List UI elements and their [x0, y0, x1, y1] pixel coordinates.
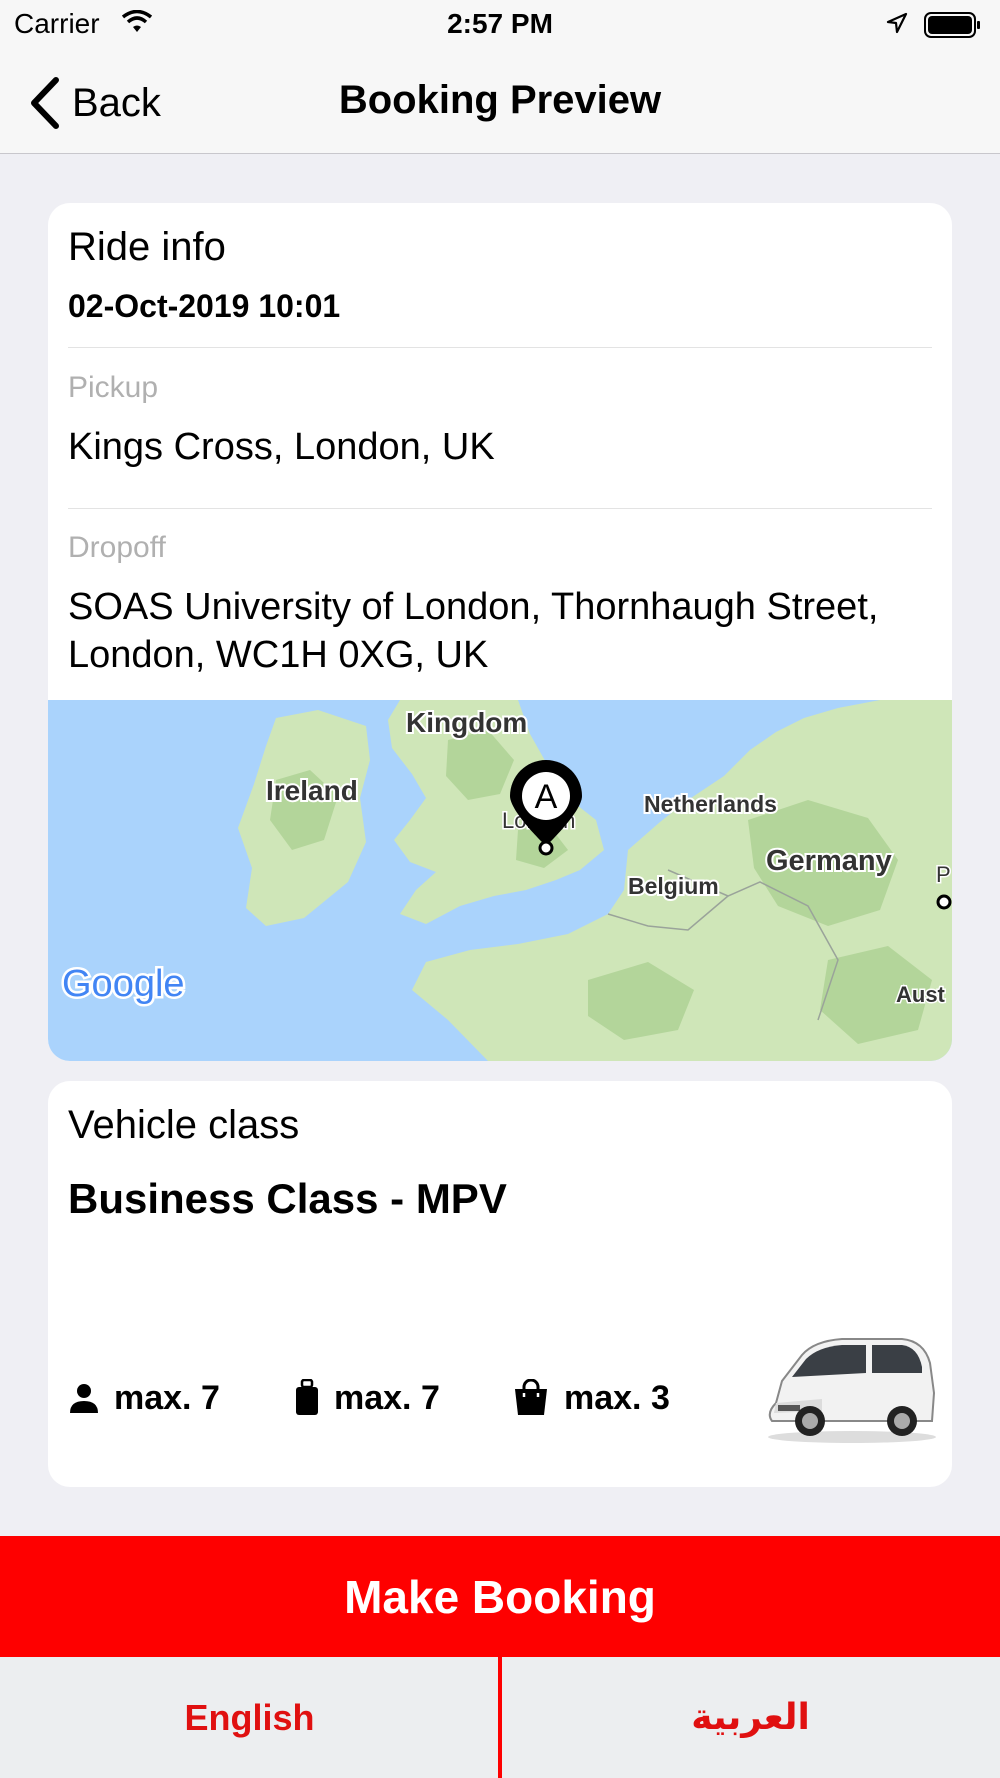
ride-info-heading: Ride info [68, 225, 226, 269]
vehicle-class-heading: Vehicle class [68, 1103, 300, 1147]
make-booking-button[interactable]: Make Booking [0, 1536, 1000, 1657]
status-time: 2:57 PM [447, 8, 553, 39]
map-label-belgium: Belgium [628, 873, 719, 899]
vehicle-class-card: Vehicle class Business Class - MPV max. … [48, 1081, 952, 1487]
map-city-dot [936, 894, 952, 910]
page-title: Booking Preview [338, 78, 662, 122]
bag-capacity: max. 3 [512, 1373, 670, 1423]
navigation-bar: Back Booking Preview [0, 52, 1000, 154]
vehicle-class-name: Business Class - MPV [68, 1175, 507, 1222]
map-label-p: P [936, 862, 951, 887]
pickup-label: Pickup [68, 371, 159, 404]
status-bar: Carrier 2:57 PM [0, 0, 1000, 52]
person-icon [70, 1384, 98, 1413]
vehicle-image [768, 1338, 936, 1443]
divider [68, 347, 932, 348]
luggage-capacity: max. 7 [294, 1373, 440, 1423]
passenger-capacity: max. 7 [68, 1373, 220, 1423]
suitcase-icon [296, 1379, 318, 1415]
map-pin-letter: A [535, 778, 558, 816]
pickup-address: Kings Cross, London, UK [68, 426, 495, 468]
location-arrow-icon [886, 12, 908, 39]
google-logo: Google [60, 961, 188, 1008]
passenger-capacity-value: max. 7 [114, 1378, 220, 1417]
map-label-netherlands: Netherlands [644, 791, 777, 817]
arabic-language-button[interactable]: العربية [501, 1657, 1000, 1778]
divider [68, 508, 932, 509]
bag-capacity-value: max. 3 [564, 1378, 670, 1417]
ride-datetime: 02-Oct-2019 10:01 [68, 288, 341, 324]
battery-icon [924, 12, 982, 43]
dropoff-address: SOAS University of London, Thornhaugh St… [68, 586, 879, 676]
route-map[interactable]: Kingdom Ireland London Netherlands Germa… [48, 700, 952, 1061]
google-logo-text: Google [62, 963, 185, 1005]
shopping-bag-icon [515, 1379, 547, 1415]
map-label-ireland: Ireland [266, 775, 358, 806]
map-label-aust: Aust [896, 982, 946, 1007]
english-language-button[interactable]: English [0, 1657, 499, 1778]
luggage-capacity-value: max. 7 [334, 1378, 440, 1417]
dropoff-label: Dropoff [68, 531, 166, 564]
language-switcher: English العربية [0, 1657, 1000, 1778]
map-label-kingdom: Kingdom [406, 707, 527, 738]
map-label-germany: Germany [766, 845, 892, 877]
ride-info-card: Ride info 02-Oct-2019 10:01 Pickup Kings… [48, 203, 952, 1061]
